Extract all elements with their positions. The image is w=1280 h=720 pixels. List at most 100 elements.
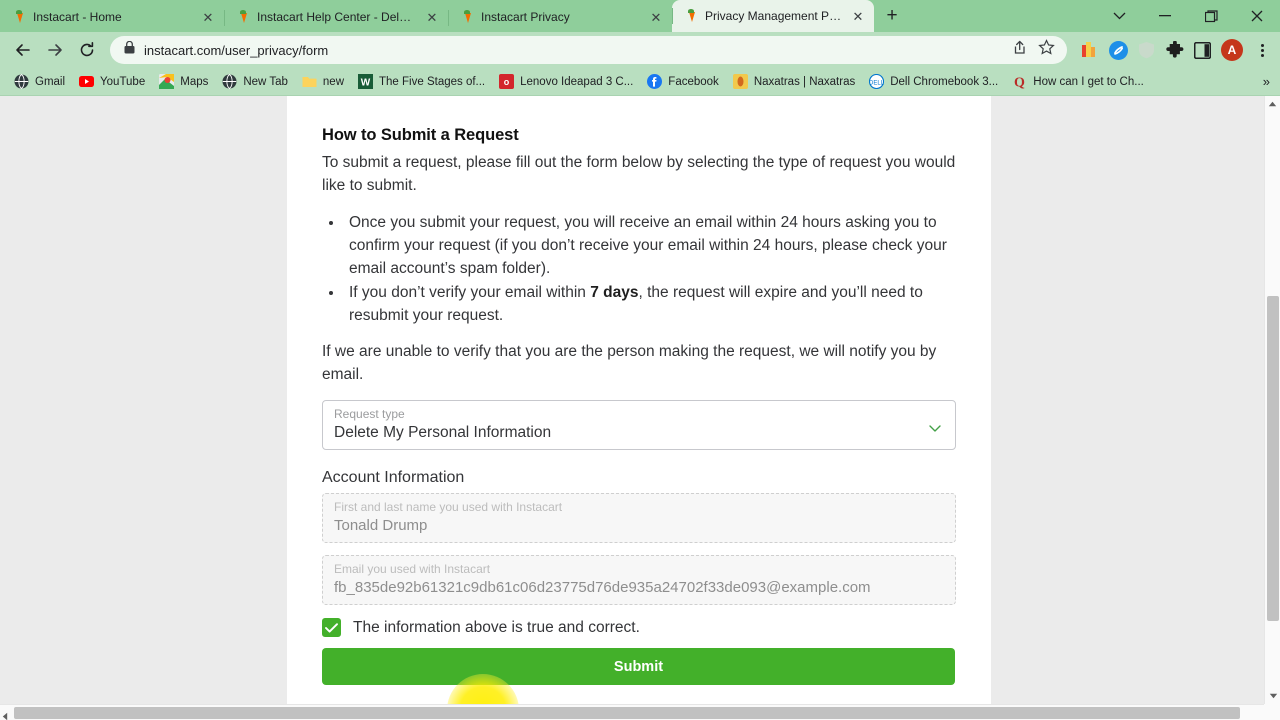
scrollbar-corner (1264, 704, 1280, 720)
close-icon[interactable]: ✕ (424, 9, 440, 25)
list-item: If you don’t verify your email within 7 … (344, 281, 956, 327)
tab-title: Instacart - Home (33, 10, 122, 24)
bookmark-label: Naxatras | Naxatras (753, 75, 856, 88)
form-content: How to Submit a Request To submit a requ… (287, 96, 991, 685)
browser-menu-icon[interactable] (1252, 43, 1272, 57)
account-section-title: Account Information (322, 469, 465, 486)
globe-icon (14, 74, 29, 89)
quora-icon: Q (1012, 74, 1027, 90)
bookmark-label: Maps (180, 75, 209, 88)
browser-toolbar: instacart.com/user_privacy/form A (0, 32, 1280, 68)
svg-text:Q: Q (1014, 76, 1025, 90)
globe-icon (222, 74, 237, 89)
chevron-down-icon[interactable] (1096, 0, 1142, 32)
bookmark-maps[interactable]: Maps (153, 72, 214, 91)
intro-paragraph: To submit a request, please fill out the… (322, 154, 956, 194)
instruction-list: Once you submit your request, you will r… (322, 211, 956, 327)
close-icon[interactable]: ✕ (648, 9, 664, 25)
list-item-text: If you don’t verify your email within (349, 284, 591, 301)
back-icon[interactable] (8, 35, 38, 65)
bookmarks-overflow-icon[interactable]: » (1263, 74, 1270, 89)
carrot-icon (236, 10, 250, 24)
bookmark-label: new (322, 75, 345, 88)
request-type-select[interactable]: Request type Delete My Personal Informat… (322, 400, 956, 450)
carrot-icon (684, 9, 698, 23)
svg-text:o: o (504, 77, 510, 87)
shazam-extension-icon[interactable] (1109, 40, 1128, 60)
consent-label: The information above is true and correc… (353, 618, 640, 636)
name-field: First and last name you used with Instac… (322, 493, 956, 543)
page-viewport: How to Submit a Request To submit a requ… (0, 96, 1280, 720)
naxatras-icon (732, 74, 748, 89)
close-window-button[interactable] (1234, 0, 1280, 32)
vertical-scrollbar-thumb[interactable] (1267, 296, 1279, 621)
bookmark-facebook[interactable]: Facebook (641, 72, 725, 91)
shield-extension-icon[interactable] (1137, 41, 1156, 60)
browser-tab-3[interactable]: Instacart Privacy ✕ (448, 2, 672, 32)
forward-icon[interactable] (40, 35, 70, 65)
scroll-left-icon[interactable] (2, 708, 8, 720)
bookmarks-bar: Gmail YouTube Maps New Tab new W The Fiv… (0, 68, 1280, 96)
browser-tab-2[interactable]: Instacart Help Center - Deleting ✕ (224, 2, 448, 32)
word-icon: W (358, 74, 374, 89)
scroll-down-icon[interactable] (1265, 688, 1280, 704)
carrot-icon (12, 10, 26, 24)
vertical-scrollbar[interactable] (1264, 96, 1280, 704)
bookmark-label: Gmail (35, 75, 66, 88)
maximize-button[interactable] (1188, 0, 1234, 32)
bookmark-label: Lenovo Ideapad 3 C... (520, 75, 634, 88)
consent-row[interactable]: The information above is true and correc… (322, 618, 956, 637)
share-icon[interactable] (1011, 39, 1028, 61)
browser-tab-1[interactable]: Instacart - Home ✕ (0, 2, 224, 32)
side-panel-icon[interactable] (1193, 41, 1212, 60)
bookmark-youtube[interactable]: YouTube (73, 72, 151, 91)
consent-checkbox[interactable] (322, 618, 341, 637)
facebook-icon (647, 74, 663, 89)
window-controls (1096, 0, 1280, 32)
tab-title: Instacart Privacy (481, 10, 570, 24)
reload-icon[interactable] (72, 35, 102, 65)
name-field-label: First and last name you used with Instac… (334, 500, 563, 514)
horizontal-scrollbar-thumb[interactable] (14, 707, 1240, 719)
scroll-up-icon[interactable] (1265, 96, 1280, 112)
bookmark-label: The Five Stages of... (379, 75, 486, 88)
bookmark-label: New Tab (243, 75, 288, 88)
bookmark-quora[interactable]: Q How can I get to Ch... (1006, 72, 1150, 91)
bookmark-label: How can I get to Ch... (1033, 75, 1144, 88)
lenovo-icon: o (499, 74, 515, 89)
bookmark-new-tab[interactable]: New Tab (216, 72, 294, 91)
email-field-value: fb_835de92b61321c9db61c06d23775d76de935a… (334, 579, 871, 596)
bookmark-new-folder[interactable]: new (296, 72, 350, 91)
bookmark-label: YouTube (100, 75, 146, 88)
puzzle-extensions-icon[interactable] (1165, 41, 1184, 60)
bookmark-naxatras[interactable]: Naxatras | Naxatras (727, 72, 861, 91)
bookmark-lenovo[interactable]: o Lenovo Ideapad 3 C... (493, 72, 639, 91)
chevron-down-icon[interactable] (929, 419, 941, 432)
svg-text:W: W (361, 78, 371, 89)
bookmark-gmail[interactable]: Gmail (8, 72, 71, 91)
page-title: How to Submit a Request (322, 126, 519, 144)
tab-list: Instacart - Home ✕ Instacart Help Center… (0, 0, 906, 32)
new-tab-button[interactable]: + (878, 2, 906, 30)
profile-avatar[interactable]: A (1221, 39, 1243, 61)
dell-icon: DELL (869, 74, 885, 89)
address-bar[interactable]: instacart.com/user_privacy/form (110, 36, 1067, 64)
close-icon[interactable]: ✕ (850, 8, 866, 24)
close-icon[interactable]: ✕ (200, 9, 216, 25)
browser-tab-4-active[interactable]: Privacy Management Portal ✕ (672, 0, 874, 32)
star-icon[interactable] (1038, 39, 1055, 61)
email-field-label: Email you used with Instacart (334, 562, 491, 576)
bookmark-label: Dell Chromebook 3... (890, 75, 999, 88)
folder-icon (302, 74, 317, 89)
request-type-value: Delete My Personal Information (334, 424, 552, 441)
name-field-value: Tonald Drump (334, 517, 428, 534)
list-item: Once you submit your request, you will r… (344, 211, 956, 280)
submit-button[interactable]: Submit (322, 648, 955, 685)
chart-extension-icon[interactable] (1081, 41, 1100, 60)
horizontal-scrollbar[interactable] (0, 704, 1280, 720)
bookmark-label: Facebook (668, 75, 719, 88)
bookmark-five-stages[interactable]: W The Five Stages of... (352, 72, 491, 91)
bookmark-dell[interactable]: DELL Dell Chromebook 3... (863, 72, 1004, 91)
carrot-icon (460, 10, 474, 24)
minimize-button[interactable] (1142, 0, 1188, 32)
